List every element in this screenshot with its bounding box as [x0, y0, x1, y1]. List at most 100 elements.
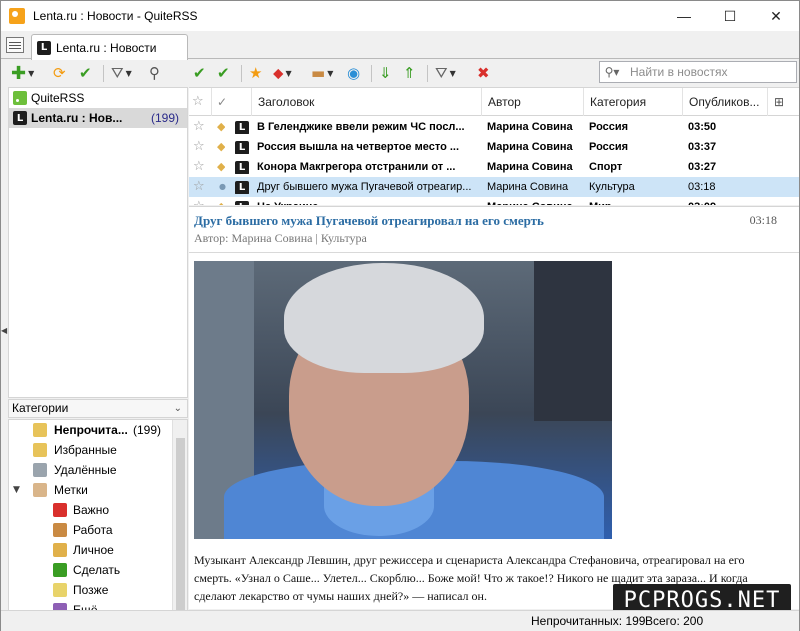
category-label: Метки — [54, 483, 88, 497]
star-icon[interactable]: ☆ — [193, 197, 205, 205]
total-status: Всего: 200 — [645, 614, 704, 628]
main-menu-button[interactable] — [6, 37, 24, 53]
news-list: ☆ ✓ Заголовок Автор Категория Опубликов.… — [189, 87, 799, 205]
star-icon[interactable]: ☆ — [193, 157, 205, 177]
label-later[interactable]: Позже — [9, 580, 187, 600]
star-news-button[interactable]: ★ — [249, 64, 262, 82]
quiterss-logo-icon — [9, 8, 25, 24]
minimize-button[interactable]: — — [661, 1, 707, 31]
news-category: Россия — [589, 121, 629, 133]
read-icon[interactable]: ● — [219, 177, 226, 197]
rss-icon — [13, 91, 27, 105]
news-category: Спорт — [589, 161, 623, 173]
lenta-icon: L — [235, 121, 249, 134]
update-feeds-button[interactable]: ⟳ — [53, 64, 66, 82]
news-author: Марина Совина — [487, 121, 573, 133]
news-row-selected[interactable]: ☆ ● L Друг бывшего мужа Пугачевой отреаг… — [189, 177, 799, 197]
mark-feeds-read-button[interactable]: ✔ — [79, 64, 92, 82]
label-icon — [33, 483, 47, 497]
news-search-box[interactable]: ⚲▾ Найти в новостях — [599, 61, 797, 83]
label-personal[interactable]: Личное — [9, 540, 187, 560]
category-label: Позже — [73, 583, 109, 597]
column-title[interactable]: Заголовок — [251, 88, 481, 116]
news-title: На Украине ... — [257, 197, 479, 205]
read-column-icon[interactable]: ✓ — [211, 88, 235, 116]
delete-news-button[interactable]: ✖ — [477, 64, 490, 82]
feed-quiterss[interactable]: QuiteRSS — [9, 88, 187, 108]
article-meta: Автор: Марина Совина | Культура — [194, 231, 367, 245]
category-labels[interactable]: ▼ Метки — [9, 480, 187, 500]
categories-header[interactable]: Категории ⌄ — [8, 399, 188, 418]
starred-column-icon[interactable]: ☆ — [189, 88, 211, 116]
news-time: 03:50 — [688, 121, 717, 133]
add-feed-button[interactable]: ✚ ▼ — [11, 63, 34, 84]
feed-lenta[interactable]: L Lenta.ru : Нов... (199) — [9, 108, 187, 128]
news-list-header: ☆ ✓ Заголовок Автор Категория Опубликов.… — [189, 88, 799, 116]
news-row[interactable]: ☆ ◆ L На Украине ... Марина Совина Мир 0… — [189, 197, 799, 205]
trash-icon — [33, 463, 47, 477]
lenta-icon: L — [37, 40, 51, 55]
unread-icon[interactable]: ◆ — [217, 117, 225, 137]
chevron-down-icon[interactable]: ▼ — [13, 485, 20, 495]
chevron-down-icon[interactable]: ⌄ — [174, 400, 182, 417]
column-category[interactable]: Категория — [583, 88, 682, 116]
label-important[interactable]: Важно — [9, 500, 187, 520]
title-bar: Lenta.ru : Новости - QuiteRSS — ☐ ✕ — [1, 1, 799, 31]
unread-icon[interactable]: ◆ — [217, 197, 225, 205]
news-row[interactable]: ☆ ◆ L В Геленджике ввели режим ЧС посл..… — [189, 117, 799, 137]
category-label: Важно — [73, 503, 110, 517]
news-category: Россия — [589, 141, 629, 153]
mark-all-news-read-button[interactable]: ✔ — [217, 64, 230, 82]
category-label: Избранные — [54, 443, 117, 457]
tab-lenta[interactable]: L Lenta.ru : Новости — [31, 34, 188, 60]
categories-scrollbar[interactable] — [172, 420, 187, 613]
unread-icon[interactable]: ◆ — [217, 157, 225, 177]
category-label: Сделать — [73, 563, 121, 577]
label-news-button[interactable]: ⬥ ▼ — [273, 64, 292, 82]
feed-unread-count: (199) — [150, 111, 179, 125]
news-title: В Геленджике ввели режим ЧС посл... — [257, 121, 465, 133]
news-row[interactable]: ☆ ◆ L Россия вышла на четвертое место ..… — [189, 137, 799, 157]
category-starred[interactable]: Избранные — [9, 440, 187, 460]
maximize-button[interactable]: ☐ — [707, 1, 753, 31]
article-title[interactable]: Друг бывшего мужа Пугачевой отреагировал… — [194, 213, 544, 229]
feeds-filter-button[interactable]: ⛛ ▼ — [111, 64, 132, 82]
find-feed-button[interactable]: ⚲ — [149, 64, 160, 82]
category-label: Удалённые — [54, 463, 117, 477]
article-time: 03:18 — [749, 213, 777, 227]
search-icon[interactable]: ⚲▾ — [600, 65, 624, 79]
column-author[interactable]: Автор — [481, 88, 583, 116]
close-button[interactable]: ✕ — [753, 1, 799, 31]
status-bar: Непрочитанных: 199 Всего: 200 — [1, 610, 799, 631]
news-time: 03:18 — [688, 181, 716, 193]
collapse-panel-icon[interactable]: ◀ — [1, 326, 7, 335]
label-todo[interactable]: Сделать — [9, 560, 187, 580]
next-unread-button[interactable]: ⇓ — [379, 64, 392, 82]
open-browser-button[interactable]: ◉ — [347, 64, 360, 82]
star-icon[interactable]: ☆ — [193, 117, 205, 137]
search-input[interactable]: Найти в новостях — [630, 65, 728, 79]
unread-icon[interactable]: ◆ — [217, 137, 225, 157]
news-time: 03:27 — [688, 161, 717, 173]
category-unread[interactable]: Непрочита... (199) — [9, 420, 187, 440]
mark-news-read-button[interactable]: ✔ — [193, 64, 206, 82]
prev-unread-button[interactable]: ⇑ — [403, 64, 416, 82]
article-preview: Друг бывшего мужа Пугачевой отреагировал… — [189, 206, 799, 609]
category-deleted[interactable]: Удалённые — [9, 460, 187, 480]
column-published[interactable]: Опубликов... — [682, 88, 767, 116]
columns-menu-icon[interactable]: ⊞ — [767, 88, 799, 116]
label-work[interactable]: Работа — [9, 520, 187, 540]
tab-label: Lenta.ru : Новости — [56, 40, 157, 55]
folder-star-icon — [33, 443, 47, 457]
news-row[interactable]: ☆ ◆ L Конора Макгрегора отстранили от ..… — [189, 157, 799, 177]
news-time: 03:37 — [688, 141, 717, 153]
article-photo — [194, 261, 612, 539]
lenta-icon: L — [235, 201, 249, 205]
category-label: Непрочита... — [54, 423, 128, 437]
star-icon[interactable]: ☆ — [193, 137, 205, 157]
news-filter-button[interactable]: ⛛ ▼ — [435, 64, 456, 82]
star-icon[interactable]: ☆ — [193, 177, 205, 197]
share-news-button[interactable]: ▬ ▼ — [311, 64, 333, 82]
category-count: (199) — [132, 423, 161, 437]
news-category: Культура — [589, 181, 635, 193]
